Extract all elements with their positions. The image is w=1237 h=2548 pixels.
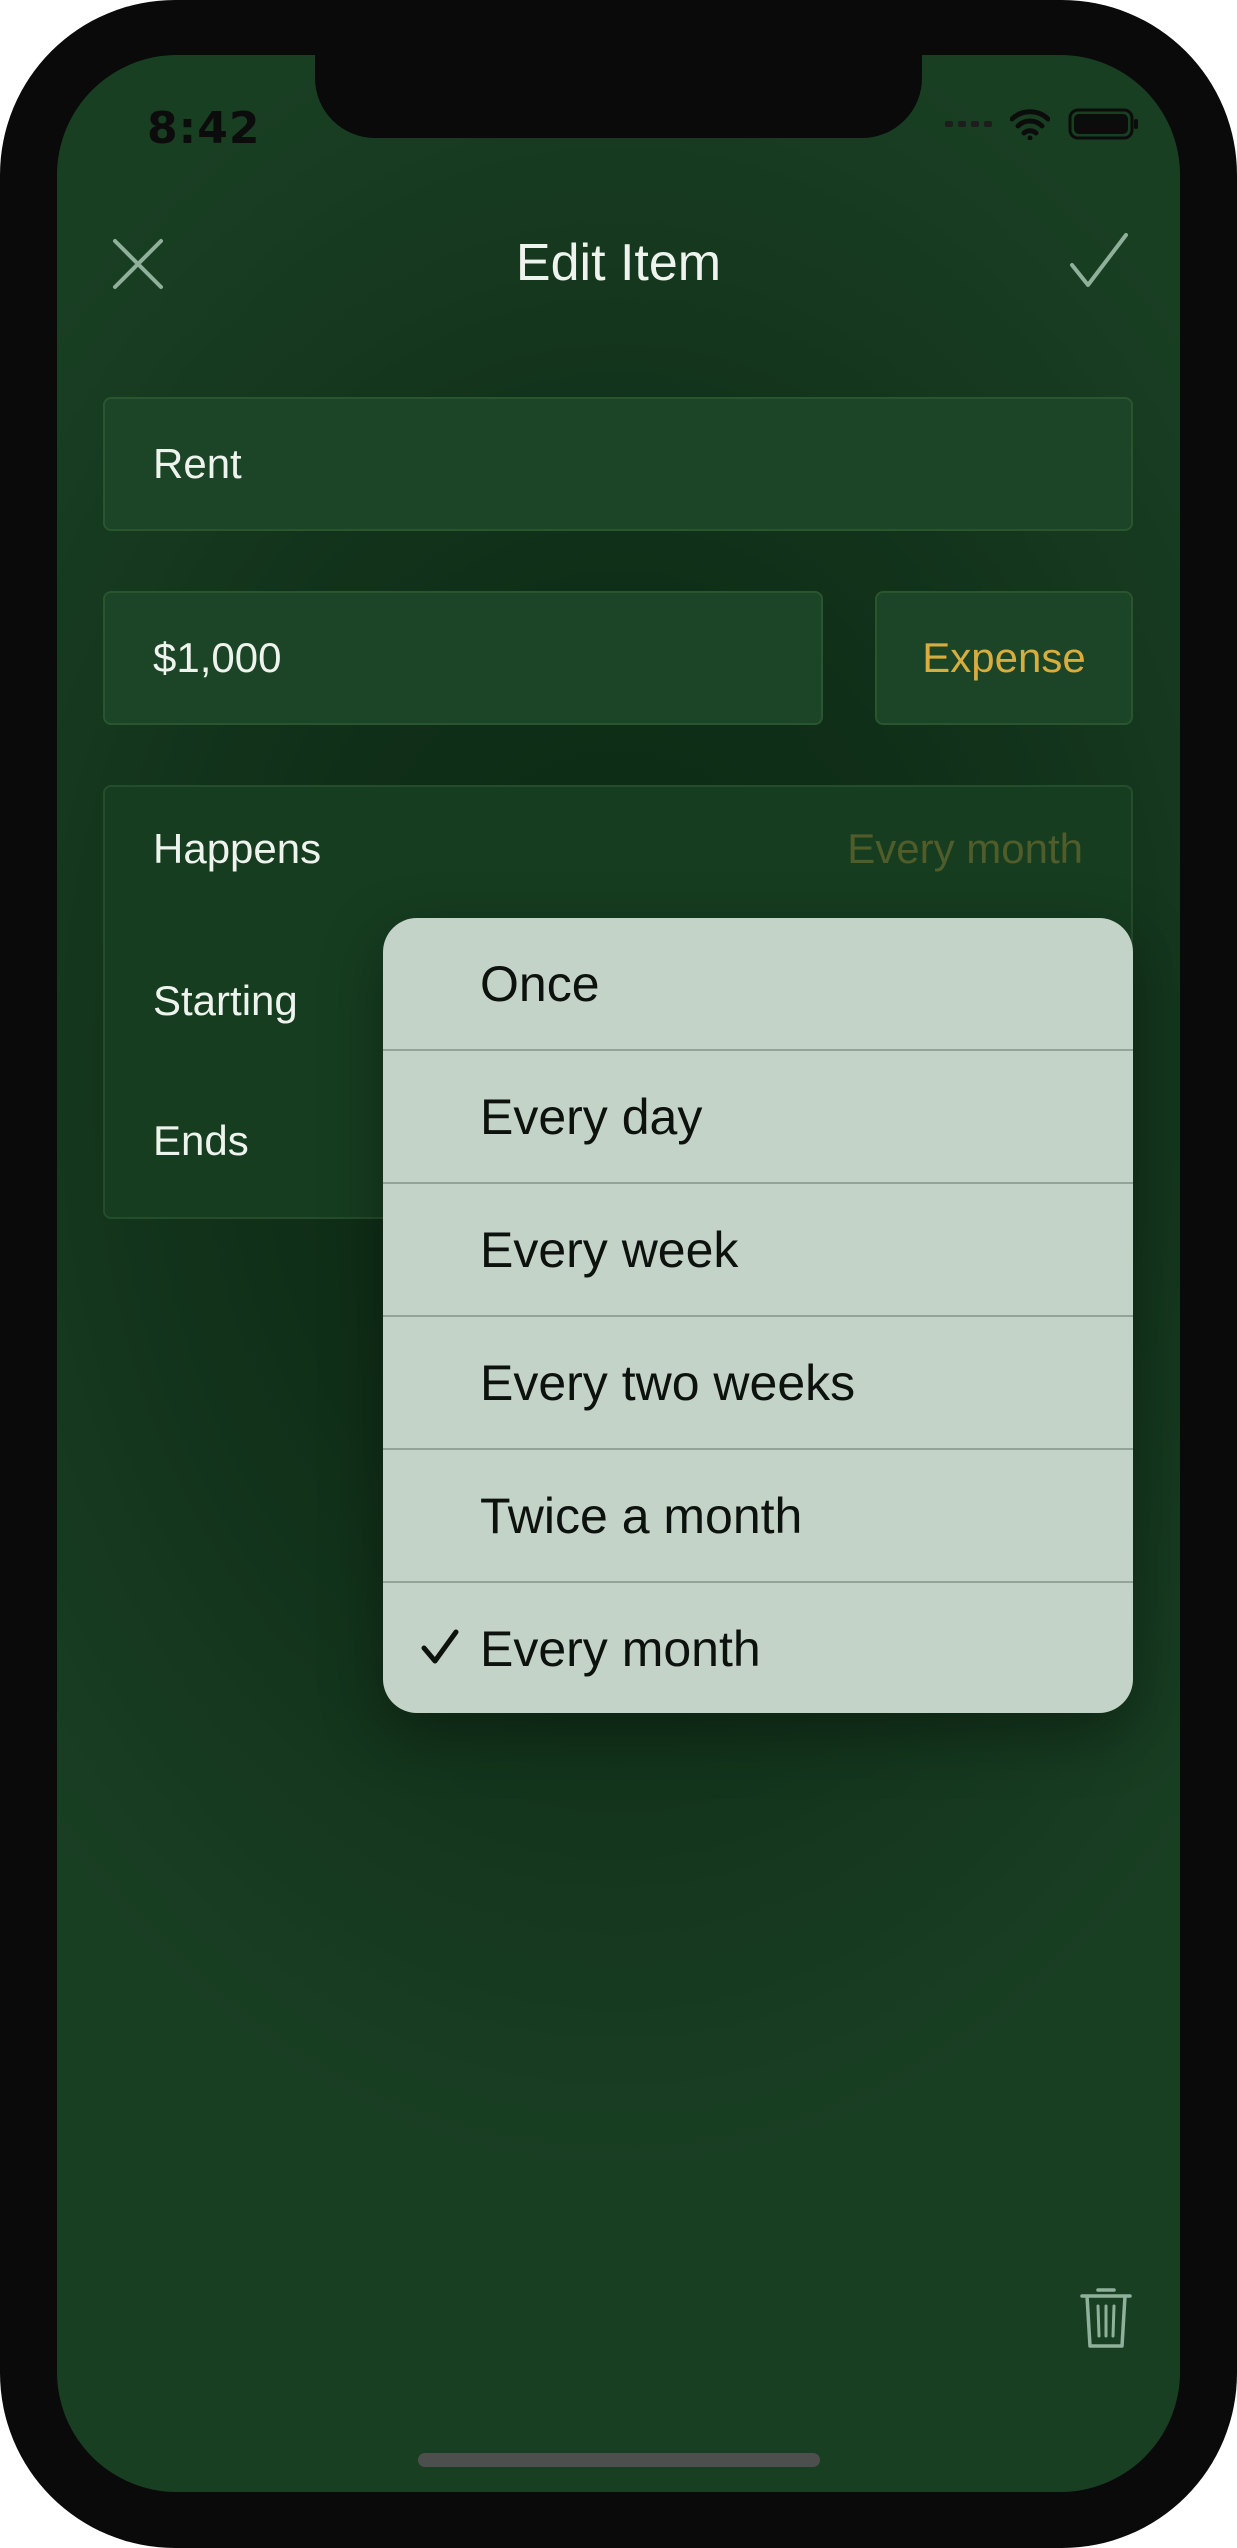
menu-item-every-two-weeks[interactable]: Every two weeks xyxy=(383,1317,1133,1450)
screen: 8:42 Edit Item Rent $1,000 Expense Happe… xyxy=(57,55,1180,2492)
menu-item-label: Every day xyxy=(480,1088,703,1145)
frequency-dropdown-menu: Once Every day Every week Every two week… xyxy=(383,918,1133,1713)
checkmark-icon xyxy=(1070,233,1128,287)
starting-label[interactable]: Starting xyxy=(153,977,298,1025)
menu-item-label: Twice a month xyxy=(480,1487,803,1544)
trash-icon xyxy=(1080,2288,1132,2348)
menu-item-label: Every month xyxy=(480,1620,761,1677)
menu-item-once[interactable]: Once xyxy=(383,918,1133,1051)
ends-label[interactable]: Ends xyxy=(153,1117,249,1165)
expense-toggle-button[interactable]: Expense xyxy=(875,591,1133,725)
save-button[interactable] xyxy=(1068,231,1130,293)
page-title: Edit Item xyxy=(515,234,722,292)
menu-item-label: Every week xyxy=(480,1221,739,1278)
happens-label[interactable]: Happens xyxy=(153,825,321,873)
menu-item-every-week[interactable]: Every week xyxy=(383,1184,1133,1317)
happens-value[interactable]: Every month xyxy=(847,825,1083,873)
menu-item-label: Every two weeks xyxy=(480,1354,856,1411)
amount-field[interactable]: $1,000 xyxy=(103,591,823,725)
battery-icon xyxy=(1068,107,1140,141)
status-icons xyxy=(945,107,1140,141)
menu-item-every-month[interactable]: Every month xyxy=(383,1583,1133,1713)
type-label: Expense xyxy=(922,634,1086,681)
phone-frame: 8:42 Edit Item Rent $1,000 Expense Happe… xyxy=(0,0,1237,2548)
delete-button[interactable] xyxy=(1078,2284,1134,2350)
signal-icon xyxy=(945,121,992,127)
status-time: 8:42 xyxy=(147,103,261,154)
selected-check-icon xyxy=(421,1628,459,1670)
name-value: Rent xyxy=(153,440,242,487)
amount-value: $1,000 xyxy=(153,634,282,681)
wifi-icon xyxy=(1010,108,1050,140)
menu-item-twice-a-month[interactable]: Twice a month xyxy=(383,1450,1133,1583)
menu-item-label: Once xyxy=(480,955,600,1012)
home-indicator[interactable] xyxy=(418,2453,820,2467)
menu-item-every-day[interactable]: Every day xyxy=(383,1051,1133,1184)
name-field[interactable]: Rent xyxy=(103,397,1133,531)
notch xyxy=(315,55,922,138)
